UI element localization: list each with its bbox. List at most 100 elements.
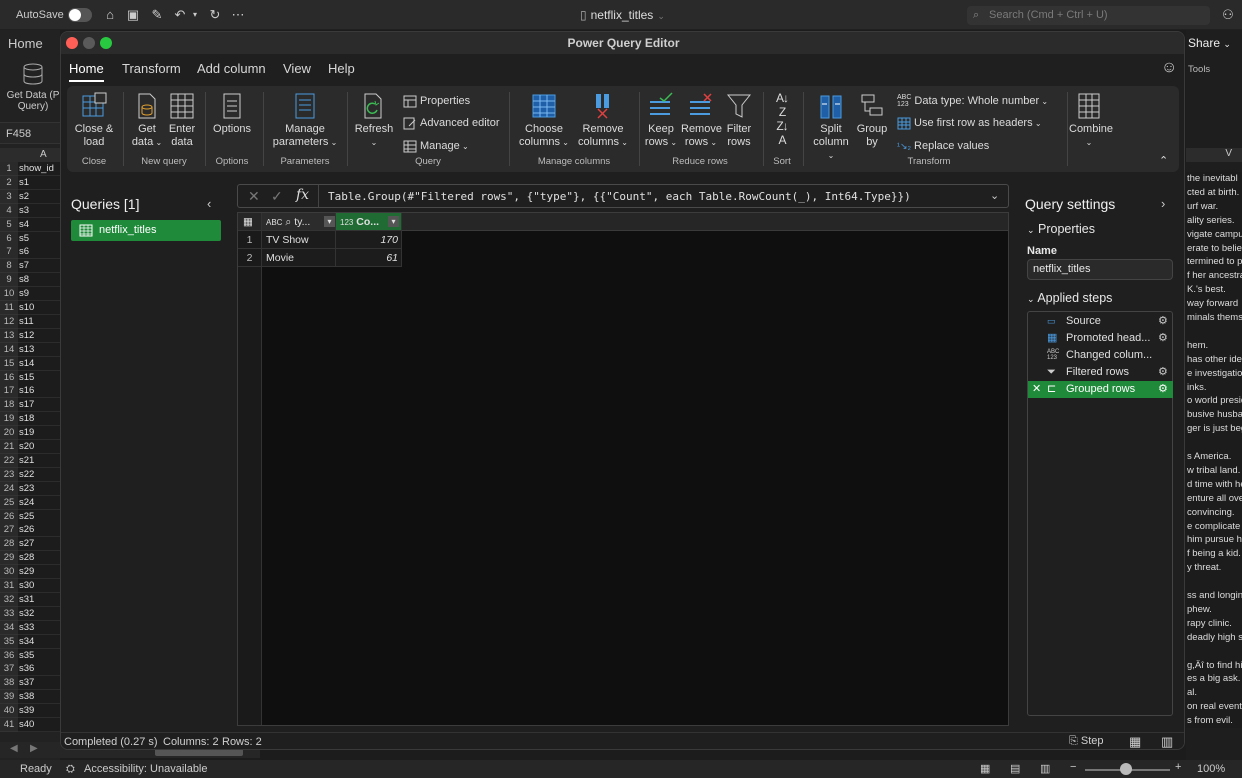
feedback-smiley-icon[interactable]: ☺ <box>1161 59 1177 77</box>
choose-columns-button[interactable]: Choose columns ⌄ <box>515 92 573 149</box>
sort-descending-button[interactable]: Z↓ A <box>771 120 793 148</box>
excel-cell-text[interactable]: vigate campus <box>1186 227 1242 242</box>
manage-parameters-button[interactable]: Manage parameters ⌄ <box>269 92 341 149</box>
zoom-out-icon[interactable]: − <box>1070 761 1076 773</box>
excel-cell-text[interactable]: has other idea <box>1186 352 1242 367</box>
excel-cell-text[interactable]: al. <box>1186 686 1242 701</box>
filter-rows-button[interactable]: Filter rows <box>721 92 757 149</box>
excel-get-data-button[interactable]: Get Data (P Query) <box>4 62 62 112</box>
normal-view-icon[interactable]: ▦ <box>980 762 990 775</box>
save-as-icon[interactable]: ✎ <box>149 7 165 23</box>
excel-cell-text[interactable]: ality series. <box>1186 213 1242 228</box>
step-settings-gear-icon[interactable]: ⚙ <box>1158 381 1168 398</box>
column-count-filter-icon[interactable]: ▾ <box>388 216 399 227</box>
cancel-formula-icon[interactable]: ✕ <box>248 188 260 205</box>
column-header-count[interactable]: 123 Co... ▾ <box>336 213 402 231</box>
excel-cell-text[interactable]: f being a kid. <box>1186 547 1242 562</box>
excel-cell-text[interactable]: s from evil. <box>1186 714 1242 729</box>
column-type-filter-icon[interactable]: ▾ <box>324 216 335 227</box>
step-changed-column-type[interactable]: ABC 123 Changed colum... <box>1028 347 1173 364</box>
excel-cell-text[interactable]: e investigatio <box>1186 366 1242 381</box>
step-filtered-rows[interactable]: ⏷ Filtered rows ⚙ <box>1028 364 1173 381</box>
excel-cell-text[interactable]: inks. <box>1186 380 1242 395</box>
close-window-button[interactable] <box>66 37 78 49</box>
step-settings-gear-icon[interactable]: ⚙ <box>1158 330 1168 347</box>
cell-type[interactable]: TV Show <box>262 231 336 249</box>
delete-step-icon[interactable]: ✕ <box>1032 381 1041 398</box>
excel-cell-text[interactable]: f her ancestra <box>1186 269 1242 284</box>
cell-count[interactable]: 170 <box>336 231 402 249</box>
table-menu-icon[interactable]: ▦ <box>238 213 262 231</box>
undo-dropdown-icon[interactable]: ▾ <box>190 7 200 23</box>
share-button[interactable]: Share ⌄ <box>1186 36 1231 50</box>
split-column-button[interactable]: Split column ⌄ <box>809 92 853 162</box>
step-grouped-rows[interactable]: ✕ ⊏ Grouped rows ⚙ <box>1028 381 1173 398</box>
step-source[interactable]: ▭ Source ⚙ <box>1028 313 1173 330</box>
formula-input[interactable]: Table.Group(#"Filtered rows", {"type"}, … <box>328 190 911 203</box>
save-icon[interactable]: ▣ <box>125 7 141 23</box>
expand-formula-icon[interactable]: ⌄ <box>990 189 999 202</box>
home-icon[interactable]: ⌂ <box>102 7 118 23</box>
excel-cell-text[interactable]: hem. <box>1186 338 1242 353</box>
excel-cell-text[interactable]: erate to belie <box>1186 241 1242 256</box>
cell-reference-box[interactable]: F458 <box>0 122 60 144</box>
more-icon[interactable]: ⋯ <box>230 7 246 23</box>
close-and-load-button[interactable]: Close & load <box>71 92 117 149</box>
combine-button[interactable]: Combine ⌄ <box>1069 92 1113 149</box>
minimize-window-button[interactable] <box>83 37 95 49</box>
refresh-button[interactable]: Refresh ⌄ <box>353 92 395 149</box>
step-settings-gear-icon[interactable]: ⚙ <box>1158 313 1168 330</box>
undo-icon[interactable]: ↶ <box>172 7 188 23</box>
data-type-dropdown[interactable]: ABC 123 Data type: Whole number ⌄ <box>897 94 1048 109</box>
excel-cell-text[interactable]: o world presid <box>1186 394 1242 409</box>
excel-cell-text[interactable]: es a big ask. <box>1186 672 1242 687</box>
cell-type[interactable]: Movie <box>262 249 336 267</box>
query-name-input[interactable]: netflix_titles <box>1027 259 1173 280</box>
excel-cell-text[interactable] <box>1186 436 1242 451</box>
excel-cell-text[interactable]: rapy clinic. <box>1186 616 1242 631</box>
excel-cell-text[interactable]: y threat. <box>1186 561 1242 576</box>
commit-formula-icon[interactable]: ✓ <box>271 188 283 205</box>
excel-cell-text[interactable]: e complicate <box>1186 519 1242 534</box>
collapse-settings-icon[interactable]: › <box>1161 196 1165 211</box>
excel-cell-text[interactable]: enture all over <box>1186 491 1242 506</box>
options-button[interactable]: Options <box>211 92 253 136</box>
sheet-prev-icon[interactable]: ◀ <box>10 743 18 754</box>
tab-transform[interactable]: Transform <box>122 61 181 76</box>
collapse-queries-icon[interactable]: ‹ <box>207 196 211 211</box>
get-data-button[interactable]: Get data ⌄ <box>129 92 165 149</box>
excel-cell-text[interactable]: minals thems <box>1186 311 1242 325</box>
excel-cell-text[interactable]: busive husba <box>1186 408 1242 423</box>
excel-cell-text[interactable]: phew. <box>1186 602 1242 617</box>
remove-rows-button[interactable]: Remove rows ⌄ <box>681 92 722 149</box>
step-view-button[interactable]: ⎘ Step <box>1069 735 1104 748</box>
excel-cell-text[interactable] <box>1186 644 1242 659</box>
excel-cell-text[interactable]: ss and longing <box>1186 589 1242 603</box>
excel-cell-text[interactable]: cted at birth. <box>1186 185 1242 200</box>
collapse-ribbon-icon[interactable]: ⌃ <box>1159 154 1168 167</box>
excel-cell-text[interactable]: ger is just beg <box>1186 422 1242 437</box>
autosave-toggle[interactable] <box>68 8 92 22</box>
sort-ascending-button[interactable]: A↓ Z <box>771 92 793 120</box>
excel-cell-text[interactable]: s America. <box>1186 450 1242 464</box>
applied-steps-section[interactable]: ⌄ Applied steps <box>1027 291 1112 305</box>
tab-home[interactable]: Home <box>69 61 104 82</box>
excel-cell-text[interactable]: K.'s best. <box>1186 283 1242 298</box>
excel-cell-text[interactable]: the inevitabl <box>1186 172 1242 186</box>
excel-cell-text[interactable]: way forward <box>1186 297 1242 312</box>
query-item-netflix-titles[interactable]: netflix_titles <box>71 220 221 241</box>
manage-button[interactable]: Manage ⌄ <box>403 139 469 154</box>
zoom-slider-thumb[interactable] <box>1120 763 1132 775</box>
tab-view[interactable]: View <box>283 61 311 76</box>
data-grid-view-icon[interactable]: ▦ <box>1129 734 1141 749</box>
collaborate-icon[interactable]: ⚇ <box>1220 7 1236 23</box>
step-promoted-headers[interactable]: ▦ Promoted head... ⚙ <box>1028 330 1173 347</box>
replace-values-button[interactable]: ¹↘₂ Replace values <box>897 139 989 153</box>
step-settings-gear-icon[interactable]: ⚙ <box>1158 364 1168 381</box>
page-break-icon[interactable]: ▥ <box>1040 762 1050 775</box>
excel-cell-text[interactable]: urf war. <box>1186 199 1242 214</box>
excel-cell-text[interactable]: convincing. <box>1186 505 1242 520</box>
excel-cell-text[interactable]: g,Äî to find hi <box>1186 658 1242 673</box>
excel-cell-text[interactable]: termined to p <box>1186 255 1242 270</box>
cell-count[interactable]: 61 <box>336 249 402 267</box>
